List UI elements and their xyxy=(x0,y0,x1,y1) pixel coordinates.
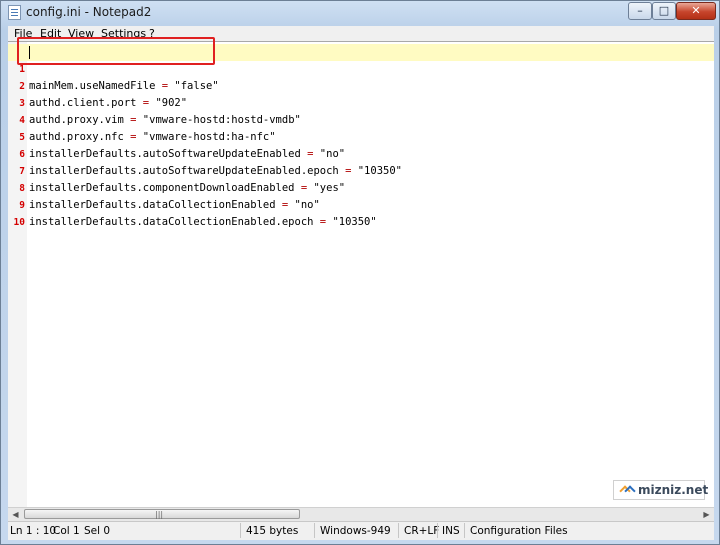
status-file-size: 415 bytes xyxy=(246,525,299,537)
status-line-endings[interactable]: CR+LF xyxy=(404,525,439,537)
text-editor[interactable]: 1 mainMem.useNamedFile = "false" 2 authd… xyxy=(8,41,714,508)
status-separator xyxy=(240,523,241,538)
status-bar: Ln 1 : 10 Col 1 Sel 0 415 bytes Windows-… xyxy=(8,521,714,540)
ini-operator: = xyxy=(313,216,333,228)
editor-line[interactable]: 9 installerDefaults.dataCollectionEnable… xyxy=(8,180,714,228)
editor-line[interactable]: 4 authd.proxy.nfc = "vmware-hostd:ha-nfc… xyxy=(8,95,714,143)
status-insert-mode[interactable]: INS xyxy=(442,525,460,537)
minimize-button[interactable]: – xyxy=(628,2,652,20)
editor-line[interactable]: 8 installerDefaults.dataCollectionEnable… xyxy=(8,163,714,211)
status-encoding[interactable]: Windows-949 xyxy=(320,525,391,537)
ini-key: installerDefaults.dataCollectionEnabled.… xyxy=(29,216,314,228)
editor-line[interactable]: 3 authd.proxy.vim = "vmware-hostd:hostd-… xyxy=(8,78,714,126)
title-bar[interactable]: config.ini - Notepad2 – □ ✕ xyxy=(1,1,719,25)
horizontal-scrollbar[interactable]: ◀ ||| ▶ xyxy=(8,507,714,521)
editor-line[interactable]: 7 installerDefaults.componentDownloadEna… xyxy=(8,146,714,194)
ini-value: "10350" xyxy=(332,216,377,228)
status-separator xyxy=(464,523,465,538)
status-selection: Sel 0 xyxy=(84,525,111,537)
line-text: installerDefaults.dataCollectionEnabled.… xyxy=(29,214,377,231)
editor-line[interactable]: 6 installerDefaults.autoSoftwareUpdateEn… xyxy=(8,129,714,177)
status-separator xyxy=(398,523,399,538)
status-scheme[interactable]: Configuration Files xyxy=(470,525,568,537)
watermark-badge: mizniz.net xyxy=(613,480,709,500)
close-button[interactable]: ✕ xyxy=(676,2,716,20)
status-column: Col 1 xyxy=(53,525,80,537)
window-title: config.ini - Notepad2 xyxy=(26,5,152,19)
maximize-button[interactable]: □ xyxy=(652,2,676,20)
editor-line[interactable]: 10 xyxy=(8,197,714,228)
status-line-position: Ln 1 : 10 xyxy=(10,525,57,537)
mizniz-logo-icon xyxy=(620,485,634,495)
line-number: 10 xyxy=(13,217,25,228)
watermark-text: mizniz.net xyxy=(638,483,709,497)
status-separator xyxy=(437,523,438,538)
grip-icon: ||| xyxy=(155,510,164,519)
scroll-right-arrow-icon[interactable]: ▶ xyxy=(699,508,714,521)
status-separator xyxy=(314,523,315,538)
editor-line[interactable]: 5 installerDefaults.autoSoftwareUpdateEn… xyxy=(8,112,714,160)
annotation-highlight-box xyxy=(17,37,215,65)
notepad2-window: config.ini - Notepad2 – □ ✕ File Edit Vi… xyxy=(0,0,720,545)
notepad-app-icon[interactable] xyxy=(8,5,21,20)
scroll-left-arrow-icon[interactable]: ◀ xyxy=(8,508,23,521)
scrollbar-thumb[interactable]: ||| xyxy=(24,509,300,519)
